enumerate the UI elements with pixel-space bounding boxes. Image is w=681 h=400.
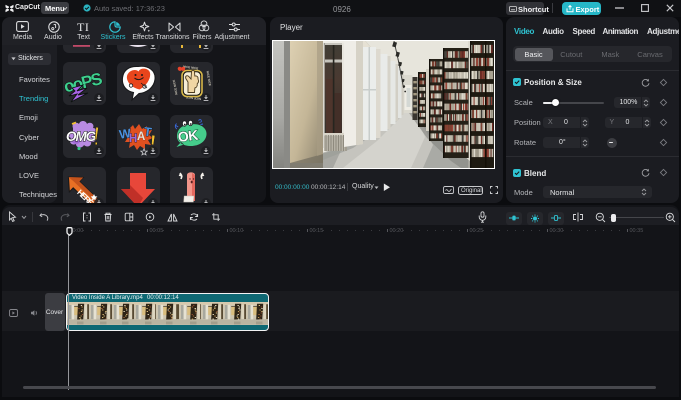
svg-text:NICE NICE: NICE NICE [183,65,199,71]
svg-text:OMG: OMG [66,129,97,144]
svg-text:NICE NICE: NICE NICE [172,80,179,96]
svg-text:NICE NICE: NICE NICE [206,71,213,87]
svg-text:OK: OK [177,126,199,144]
